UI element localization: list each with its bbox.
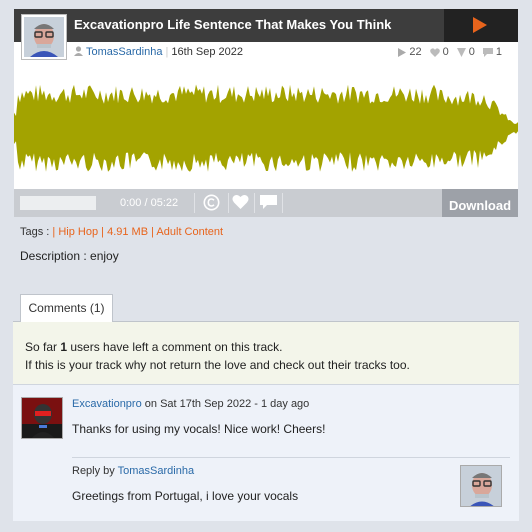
- waveform[interactable]: [14, 67, 518, 189]
- track-meta: TomasSardinha | 16th Sep 2022: [74, 46, 243, 58]
- summary-text-start: So far: [25, 340, 61, 354]
- comment-date: on Sat 17th Sep 2022 - 1 day ago: [141, 398, 310, 410]
- download-button[interactable]: Download: [442, 189, 518, 217]
- likes-count: 0: [442, 46, 449, 58]
- reply-divider: [72, 457, 510, 458]
- tag-separator: |: [101, 226, 105, 238]
- user-icon: [74, 46, 83, 56]
- uploader-avatar[interactable]: [22, 15, 66, 59]
- commenter-avatar[interactable]: [21, 397, 63, 439]
- meta-separator: |: [165, 46, 169, 58]
- reply-author-link[interactable]: TomasSardinha: [118, 465, 194, 477]
- controls-divider: [228, 193, 229, 213]
- comment-meta: Excavationpro on Sat 17th Sep 2022 - 1 d…: [72, 398, 309, 410]
- comments-summary-text: So far 1 users have left a comment on th…: [25, 338, 410, 374]
- reply-avatar[interactable]: [460, 465, 502, 507]
- heart-icon[interactable]: [232, 194, 249, 210]
- reply-text: Greetings from Portugal, i love your voc…: [72, 489, 299, 503]
- comments-count: 1: [495, 46, 502, 58]
- tag-separator: |: [151, 226, 154, 238]
- reply-prefix: Reply by: [72, 465, 118, 477]
- author-link[interactable]: TomasSardinha: [86, 46, 162, 58]
- controls-divider: [254, 193, 255, 213]
- tag-genre-link[interactable]: Hip Hop: [58, 226, 98, 238]
- plays-stat: 22: [398, 46, 422, 58]
- tags-line: Tags : | Hip Hop | 4.91 MB | Adult Conte…: [20, 226, 223, 238]
- comment-count-icon: [482, 47, 493, 57]
- tab-comments[interactable]: Comments (1): [20, 294, 113, 322]
- comment-list: Excavationpro on Sat 17th Sep 2022 - 1 d…: [13, 384, 519, 521]
- controls-divider: [282, 193, 283, 213]
- reply-meta: Reply by TomasSardinha: [72, 465, 194, 477]
- heart-outline-icon: [429, 47, 440, 57]
- commenter-link[interactable]: Excavationpro: [72, 398, 142, 410]
- tag-separator: |: [52, 226, 56, 238]
- title-bar: Excavationpro Life Sentence That Makes Y…: [14, 9, 518, 42]
- controls-divider: [194, 193, 195, 213]
- comments-stat[interactable]: 1: [482, 46, 502, 58]
- downloads-count: 0: [468, 46, 475, 58]
- downloads-stat: 0: [456, 46, 475, 58]
- track-stats: 22 0 0 1: [398, 46, 502, 58]
- track-title[interactable]: Excavationpro Life Sentence That Makes Y…: [74, 17, 391, 32]
- tag-filesize: 4.91 MB: [107, 226, 149, 238]
- play-count-icon: [398, 47, 407, 57]
- track-description: Description : enjoy: [20, 249, 119, 263]
- comments-summary: So far 1 users have left a comment on th…: [13, 321, 519, 384]
- tag-content-rating-link[interactable]: Adult Content: [156, 226, 223, 238]
- tags-prefix: Tags :: [20, 226, 50, 238]
- play-icon: [473, 17, 487, 33]
- comment-text: Thanks for using my vocals! Nice work! C…: [72, 422, 326, 436]
- summary-text-end: users have left a comment on this track.: [67, 340, 283, 354]
- download-count-icon: [456, 47, 466, 57]
- comment-icon[interactable]: [260, 194, 277, 210]
- time-display: 0:00 / 05:22: [120, 197, 179, 209]
- play-button[interactable]: [444, 9, 518, 42]
- copyright-icon[interactable]: [203, 194, 220, 211]
- player-controls: 0:00 / 05:22 Download: [14, 189, 518, 217]
- audio-player: Excavationpro Life Sentence That Makes Y…: [14, 9, 518, 217]
- track-date: 16th Sep 2022: [171, 46, 243, 58]
- likes-stat[interactable]: 0: [429, 46, 449, 58]
- progress-bar[interactable]: [20, 196, 96, 210]
- plays-count: 22: [409, 46, 422, 58]
- summary-line-2: If this is your track why not return the…: [25, 358, 410, 372]
